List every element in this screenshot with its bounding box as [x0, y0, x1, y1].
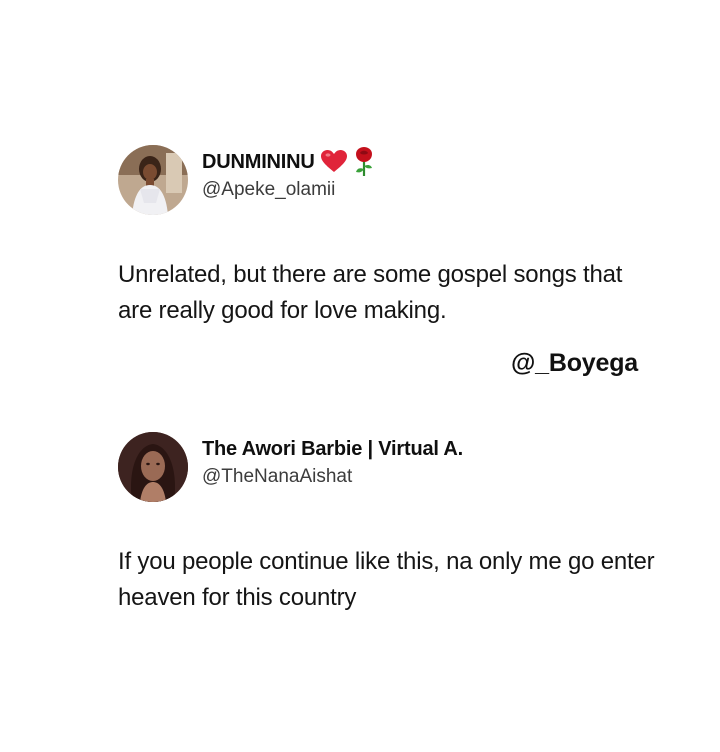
tweet-1-handle[interactable]: @Apeke_olamii [202, 179, 375, 201]
tweet-2-name-row: The Awori Barbie | Virtual A. [202, 434, 463, 464]
tweet-1-display-name[interactable]: DUNMININU [202, 151, 315, 174]
tweet-2: The Awori Barbie | Virtual A. @TheNanaAi… [118, 432, 658, 616]
rose-icon [353, 147, 375, 177]
tweet-1: DUNMININU @Apeke_olamii Unrelated, but t… [118, 145, 658, 329]
tweet-2-avatar[interactable] [118, 432, 188, 502]
tweet-1-text: Unrelated, but there are some gospel son… [118, 261, 623, 324]
tweet-2-handle[interactable]: @TheNanaAishat [202, 466, 463, 488]
tweet-2-names: The Awori Barbie | Virtual A. @TheNanaAi… [202, 434, 463, 488]
tweet-1-name-row: DUNMININU [202, 147, 375, 177]
red-heart-icon [320, 150, 347, 174]
tweet-1-header: DUNMININU @Apeke_olamii [118, 145, 658, 217]
tweet-2-display-name[interactable]: The Awori Barbie | Virtual A. [202, 438, 463, 461]
tweet-1-names: DUNMININU @Apeke_olamii [202, 147, 375, 201]
tweet-2-header: The Awori Barbie | Virtual A. @TheNanaAi… [118, 432, 658, 504]
credit-handle: @_Boyega [511, 349, 638, 377]
tweet-1-avatar[interactable] [118, 145, 188, 215]
tweet-2-text: If you people continue like this, na onl… [118, 548, 655, 611]
